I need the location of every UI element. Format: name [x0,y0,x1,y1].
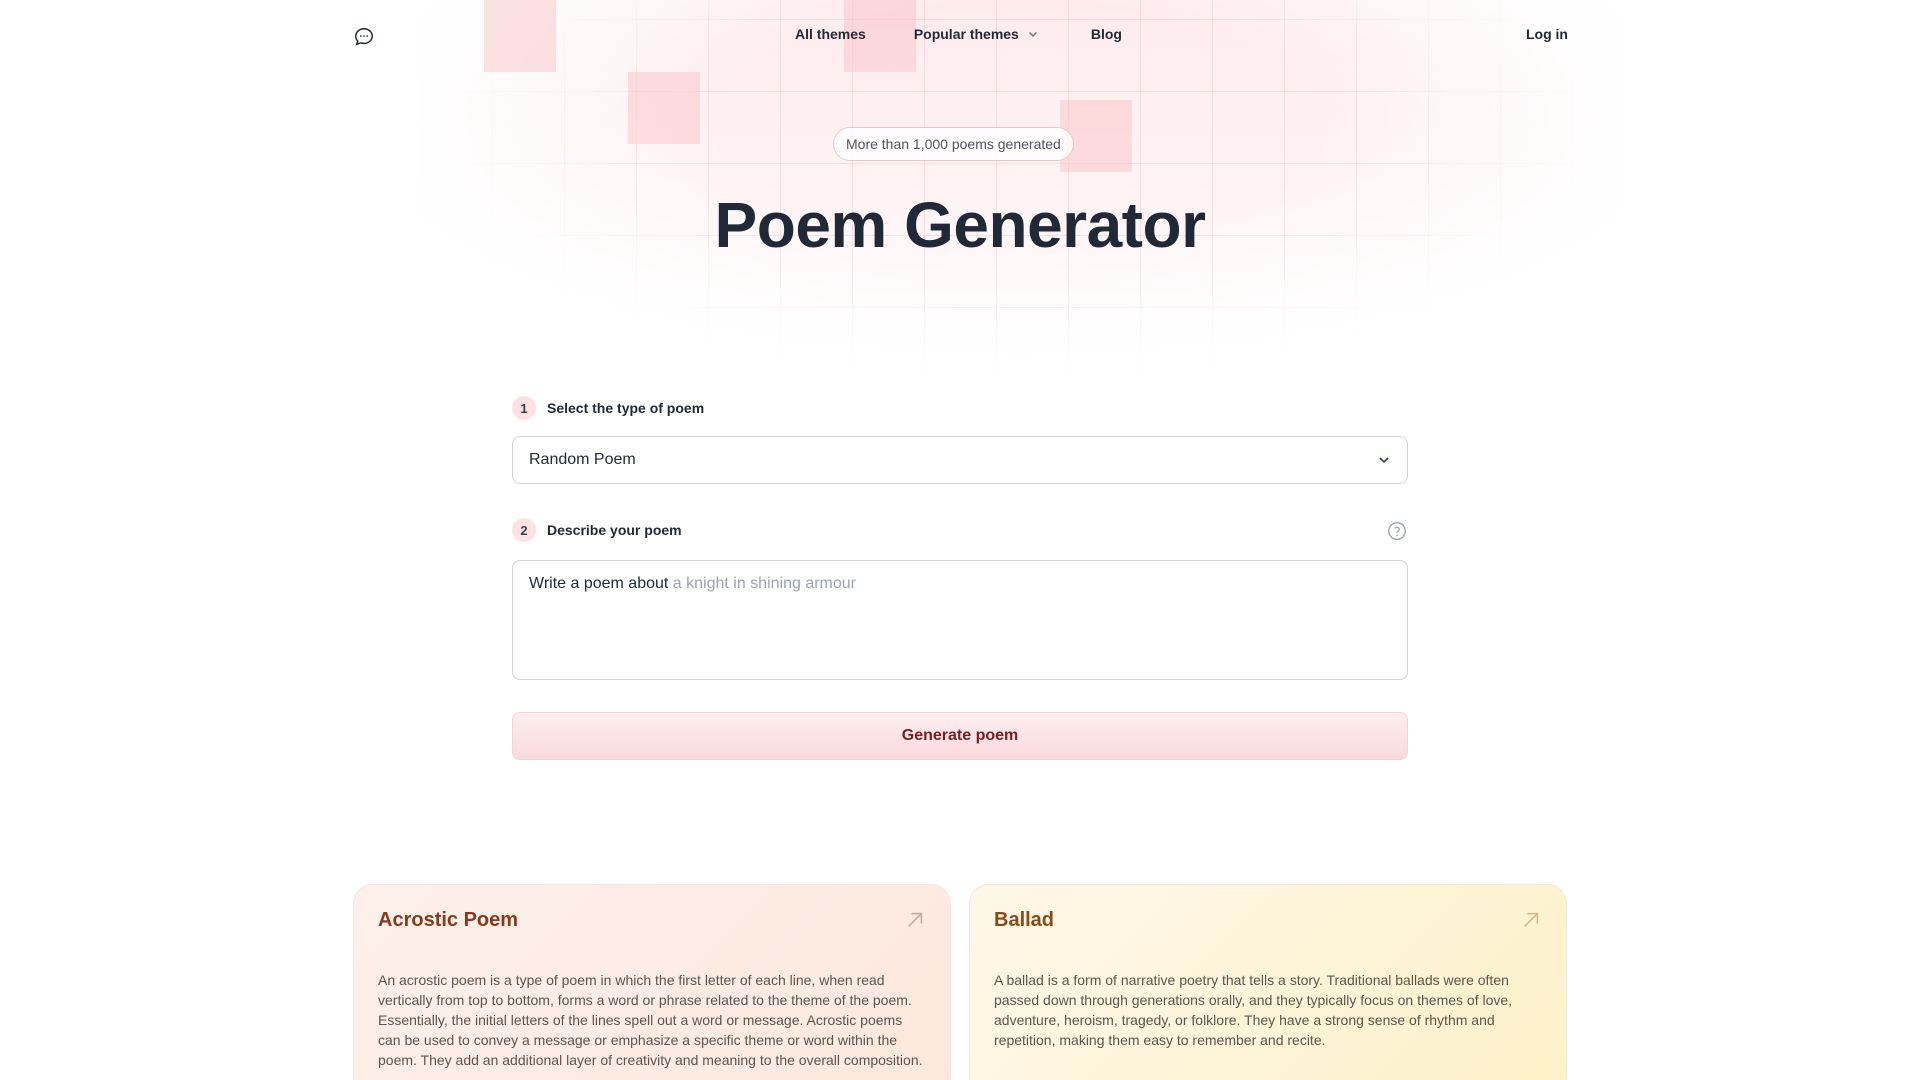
nav-blog[interactable]: Blog [1091,26,1122,42]
nav-all-themes[interactable]: All themes [795,26,866,42]
poems-count-badge: More than 1,000 poems generated [833,127,1074,161]
step-2-header: 2 Describe your poem [512,518,1408,542]
step-number: 2 [512,518,536,542]
poem-description-input[interactable]: Write a poem about a knight in shining a… [512,560,1408,680]
poem-type-selected-value: Random Poem [529,451,636,468]
arrow-up-right-icon[interactable] [904,909,926,931]
card-title: Ballad [994,909,1055,931]
chevron-down-icon [1028,32,1037,37]
card-title: Acrostic Poem [378,909,519,931]
input-prefix: Write a poem about [529,575,669,592]
step-label: Describe your poem [547,522,682,538]
step-number: 1 [512,396,536,420]
nav-popular-themes[interactable]: Popular themes [914,26,1039,42]
chevron-down-icon [1379,457,1389,464]
poem-type-card-ballad[interactable]: Ballad A ballad is a form of narrative p… [969,884,1567,1080]
generate-poem-button[interactable]: Generate poem [512,712,1408,760]
help-icon[interactable] [1386,520,1408,542]
poem-form: 1 Select the type of poem Random Poem 2 … [512,396,1408,760]
poem-type-select[interactable]: Random Poem [512,436,1408,484]
step-label: Select the type of poem [547,400,705,416]
nav-popular-themes-label: Popular themes [913,26,1019,42]
arrow-up-right-icon[interactable] [1520,909,1542,931]
top-nav: All themes Popular themes Blog Log in [0,0,1920,72]
main-nav: All themes Popular themes Blog [795,26,1122,42]
grid-highlight [628,72,700,144]
login-link[interactable]: Log in [1526,26,1568,42]
step-1-header: 1 Select the type of poem [512,396,1408,420]
page-title: Poem Generator [714,189,1206,261]
chat-bubble-icon[interactable] [353,26,375,48]
page: All themes Popular themes Blog Log in Mo… [0,0,1920,1080]
card-description: A ballad is a form of narrative poetry t… [994,972,1513,1048]
input-placeholder: a knight in shining armour [672,575,857,592]
poem-type-card-acrostic[interactable]: Acrostic Poem An acrostic poem is a type… [353,884,951,1080]
card-description: An acrostic poem is a type of poem in wh… [378,972,923,1068]
